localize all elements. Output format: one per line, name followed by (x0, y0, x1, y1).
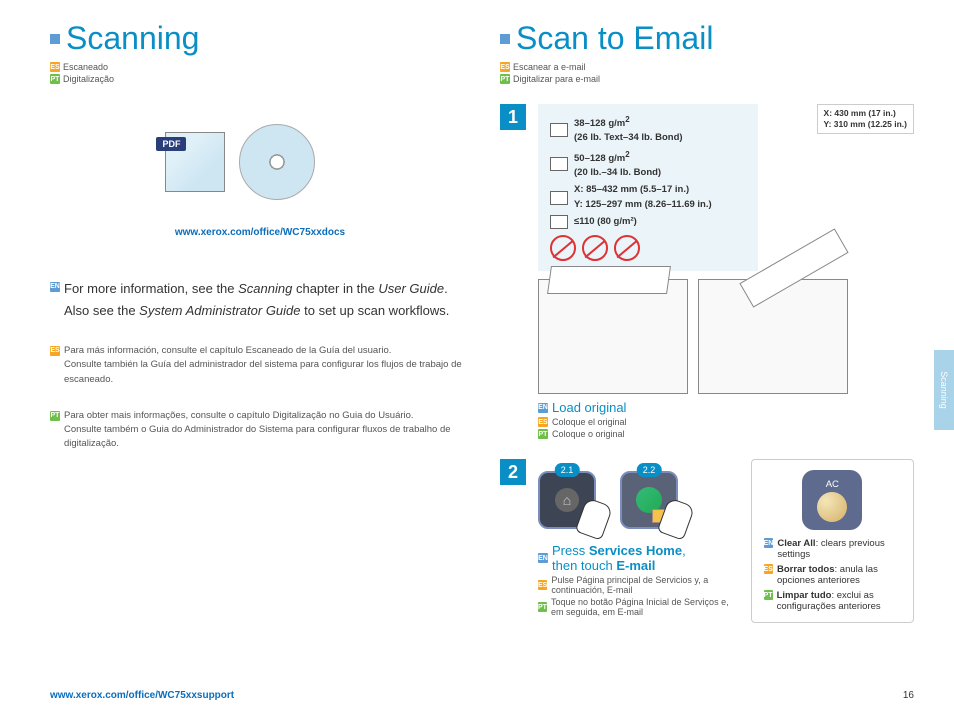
es-icon: ES (764, 564, 773, 574)
step-number-1: 1 (500, 104, 526, 130)
section-tab: Scanning (934, 350, 954, 430)
step-2: 2 2.1 ⌂ 2.2 (500, 459, 914, 623)
es-icon: ES (50, 62, 60, 72)
clear-all-box: AC ENClear All: clears previous settings… (751, 459, 914, 623)
en-icon: EN (538, 403, 548, 413)
hand-pointer-icon (575, 497, 614, 540)
pt-info-text: PT Para obter mais informações, consulte… (50, 409, 470, 452)
step-number-2: 2 (500, 459, 526, 485)
subtitle-pt: PT Digitalizar para e-mail (500, 74, 914, 84)
ac-label: AC (826, 479, 839, 490)
es-icon: ES (538, 417, 548, 427)
pdf-cd-illustration: PDF (110, 124, 370, 219)
hand-pointer-icon (657, 497, 696, 540)
pt-icon: PT (538, 429, 548, 439)
dimension-icon (550, 191, 568, 205)
pt-icon: PT (50, 74, 60, 84)
ac-button-icon (817, 492, 847, 522)
en-icon: EN (764, 538, 774, 548)
heading-bullet (50, 34, 60, 44)
es-icon: ES (538, 580, 547, 590)
heading-bullet (500, 34, 510, 44)
substep-badge: 2.1 (555, 463, 580, 477)
email-button[interactable]: 2.2 (620, 471, 678, 529)
pdf-document-icon: PDF (165, 132, 225, 192)
pt-icon: PT (764, 590, 773, 600)
subtitle-es: ES Escanear a e-mail (500, 62, 914, 72)
es-icon: ES (50, 346, 60, 356)
support-link[interactable]: www.xerox.com/office/WC75xxsupport (50, 690, 234, 701)
en-icon: EN (538, 553, 548, 563)
page-number: 16 (903, 690, 914, 701)
clear-all-button[interactable]: AC (802, 470, 862, 530)
step-1: 1 38–128 g/m2(26 lb. Text–34 lb. Bond) 5… (500, 104, 914, 439)
machine-illustrations (538, 279, 914, 394)
platen-spec: X: 430 mm (17 in.)Y: 310 mm (12.25 in.) (817, 104, 914, 134)
step2-heading: EN Press Services Home, then touch E-mai… (538, 543, 741, 573)
step2-es: ESPulse Página principal de Servicios y,… (538, 575, 741, 595)
pt-icon: PT (538, 602, 547, 612)
cd-disc-icon (239, 124, 315, 200)
stack-icon (550, 215, 568, 229)
no-torn-icon (614, 235, 640, 261)
feeder-icon (550, 157, 568, 171)
step1-heading: EN Load original (538, 400, 914, 415)
step2-pt: PTToque no botão Página Inicial de Servi… (538, 597, 741, 617)
pdf-badge: PDF (156, 137, 186, 151)
docs-link[interactable]: www.xerox.com/office/WC75xxdocs (50, 227, 470, 238)
printer-feeder-icon (538, 279, 688, 394)
es-info-text: ES Para más información, consulte el cap… (50, 344, 470, 387)
es-icon: ES (500, 62, 510, 72)
no-fold-icon (582, 235, 608, 261)
substep-badge: 2.2 (637, 463, 662, 477)
step1-es: ESColoque el original (538, 417, 914, 427)
en-info-text: EN For more information, see the Scannin… (50, 278, 470, 322)
heading-scanning: Scanning (50, 20, 470, 57)
printer-platen-icon (698, 279, 848, 394)
en-icon: EN (50, 282, 60, 292)
subtitle-es: ES Escaneado (50, 62, 470, 72)
subtitle-pt: PT Digitalização (50, 74, 470, 84)
no-staples-icon (550, 235, 576, 261)
pt-icon: PT (50, 411, 60, 421)
feeder-icon (550, 123, 568, 137)
home-icon: ⌂ (555, 488, 579, 512)
services-home-button[interactable]: 2.1 ⌂ (538, 471, 596, 529)
step1-pt: PTColoque o original (538, 429, 914, 439)
heading-scan-to-email: Scan to Email (500, 20, 914, 57)
paper-spec-box: 38–128 g/m2(26 lb. Text–34 lb. Bond) 50–… (538, 104, 758, 271)
pt-icon: PT (500, 74, 510, 84)
